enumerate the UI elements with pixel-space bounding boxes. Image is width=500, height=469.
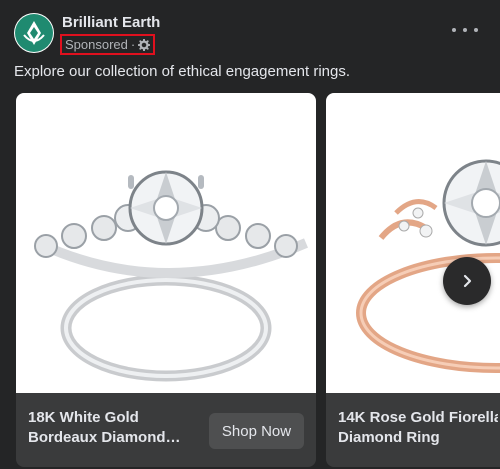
card-footer: 14K Rose Gold Fiorella Diamond Ring bbox=[326, 393, 500, 467]
post-caption: Explore our collection of ethical engage… bbox=[14, 63, 351, 80]
advertiser-avatar[interactable] bbox=[14, 13, 54, 53]
more-dot bbox=[474, 28, 478, 32]
separator-dot: · bbox=[130, 37, 136, 52]
gear-icon[interactable] bbox=[138, 38, 151, 51]
carousel-card[interactable]: 18K White Gold Bordeaux Diamond… Shop No… bbox=[16, 93, 316, 467]
white-gold-ring-image bbox=[34, 170, 308, 382]
shop-now-button[interactable]: Shop Now bbox=[209, 413, 304, 449]
advertiser-name[interactable]: Brilliant Earth bbox=[62, 14, 160, 31]
ad-carousel: 18K White Gold Bordeaux Diamond… Shop No… bbox=[0, 93, 500, 469]
sponsored-label-box: Sponsored · bbox=[60, 34, 156, 55]
product-title[interactable]: 14K Rose Gold Fiorella Diamond Ring bbox=[338, 408, 498, 448]
sponsored-post: Brilliant Earth Sponsored · Explore our … bbox=[0, 0, 500, 469]
ring-image[interactable] bbox=[16, 93, 316, 393]
brilliant-earth-logo-icon bbox=[15, 14, 53, 52]
sponsored-label[interactable]: Sponsored bbox=[65, 37, 128, 52]
rose-gold-ring-image bbox=[356, 159, 500, 373]
product-title[interactable]: 18K White Gold Bordeaux Diamond… bbox=[28, 408, 188, 448]
card-footer: 18K White Gold Bordeaux Diamond… Shop No… bbox=[16, 393, 316, 467]
more-options-icon[interactable] bbox=[452, 20, 478, 40]
more-dot bbox=[452, 28, 456, 32]
ring-image[interactable] bbox=[326, 93, 500, 393]
chevron-right-icon[interactable] bbox=[443, 257, 491, 305]
more-dot bbox=[463, 28, 467, 32]
